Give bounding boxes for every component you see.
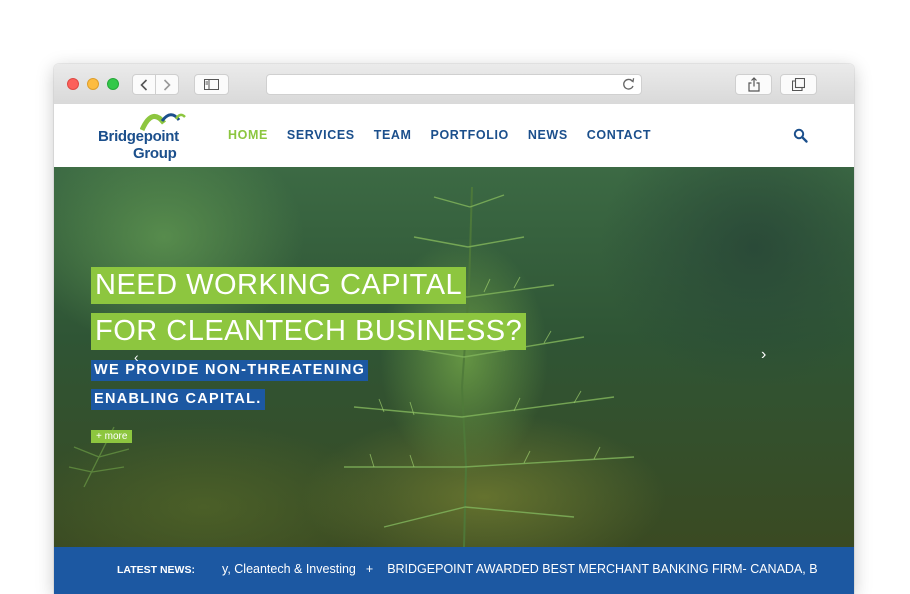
reload-icon[interactable]	[622, 77, 635, 91]
pine-sapling-image	[68, 186, 635, 547]
news-item[interactable]: y, Cleantech & Investing	[222, 562, 356, 576]
latest-news-label: LATEST NEWS:	[117, 564, 195, 576]
share-icon	[747, 77, 760, 92]
news-separator: +	[365, 562, 374, 576]
news-ticker: y, Cleantech & Investing + BRIDGEPOINT AWA…	[222, 562, 818, 580]
logo-line-2: Group	[133, 145, 177, 162]
share-button[interactable]	[735, 74, 772, 95]
hero-slider: NEED WORKING CAPITAL FOR CLEANTECH BUSIN…	[54, 167, 854, 547]
tabs-icon	[792, 78, 805, 91]
slider-next-arrow[interactable]: ›	[761, 346, 766, 364]
search-icon[interactable]	[793, 128, 809, 144]
bridgepoint-logo[interactable]: Bridgepoint Group	[98, 109, 188, 163]
hero-headline-line-1: NEED WORKING CAPITAL	[91, 267, 467, 304]
main-menu: HOME SERVICES TEAM PORTFOLIO NEWS CONTAC…	[228, 128, 670, 142]
forward-button[interactable]	[155, 74, 179, 95]
minimize-window-button[interactable]	[87, 78, 99, 90]
back-arrow-icon	[140, 78, 148, 91]
news-item[interactable]: BRIDGEPOINT AWARDED BEST MERCHANT BANKIN…	[387, 562, 818, 576]
forward-arrow-icon	[163, 78, 171, 91]
menu-item-portfolio[interactable]: PORTFOLIO	[431, 128, 509, 142]
hero-subline-2: ENABLING CAPITAL.	[91, 389, 265, 410]
menu-item-home[interactable]: HOME	[228, 128, 268, 142]
site-header: Bridgepoint Group HOME SERVICES TEAM POR…	[54, 104, 854, 167]
zoom-window-button[interactable]	[107, 78, 119, 90]
show-tabs-button[interactable]	[780, 74, 817, 95]
sidebar-icon	[204, 79, 219, 90]
menu-item-services[interactable]: SERVICES	[287, 128, 355, 142]
hero-subline-1: WE PROVIDE NON-THREATENING	[91, 360, 369, 381]
logo-line-1: Bridgepoint	[98, 128, 179, 145]
menu-item-team[interactable]: TEAM	[374, 128, 412, 142]
address-bar[interactable]	[266, 74, 642, 95]
browser-window: Bridgepoint Group HOME SERVICES TEAM POR…	[54, 64, 854, 594]
latest-news-bar: LATEST NEWS: y, Cleantech & Investing + BR…	[54, 547, 854, 594]
hero-headline-line-2: FOR CLEANTECH BUSINESS?	[91, 313, 527, 350]
menu-item-contact[interactable]: CONTACT	[587, 128, 651, 142]
slider-prev-arrow[interactable]: ‹	[134, 349, 139, 365]
menu-item-news[interactable]: NEWS	[528, 128, 568, 142]
sidebar-toggle-button[interactable]	[194, 74, 229, 95]
back-button[interactable]	[132, 74, 156, 95]
close-window-button[interactable]	[67, 78, 79, 90]
more-button[interactable]: + more	[91, 430, 133, 443]
browser-toolbar	[54, 64, 854, 105]
